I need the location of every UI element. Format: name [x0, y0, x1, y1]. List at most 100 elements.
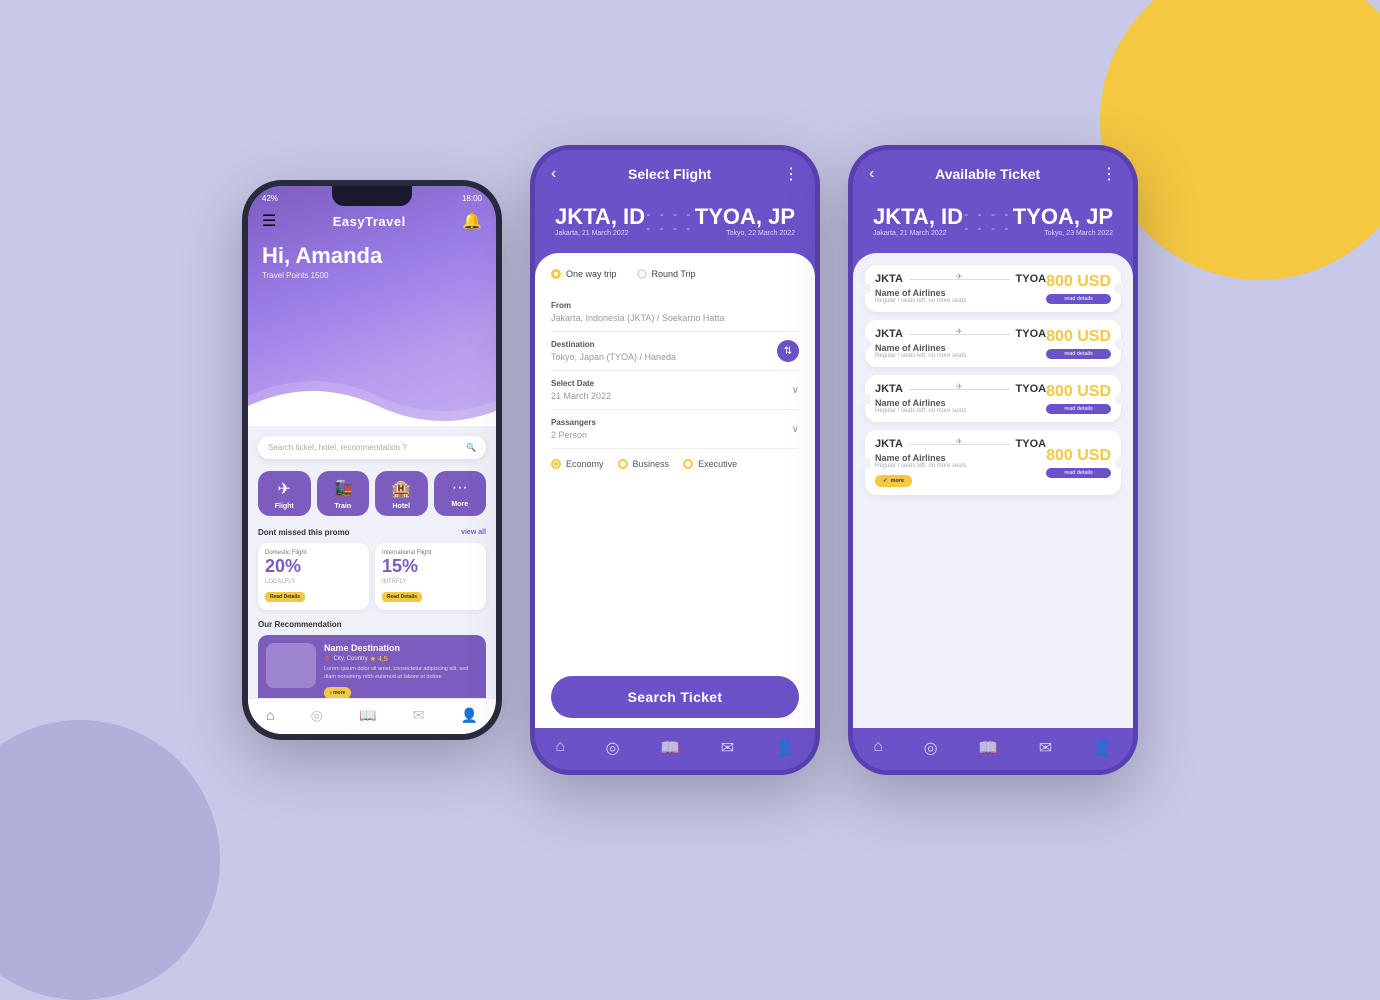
- p1-cat-more[interactable]: ··· More: [434, 471, 487, 516]
- p3-nav-location[interactable]: ◎: [924, 738, 938, 758]
- ticket-from-1: JKTA: [875, 273, 903, 285]
- ticket-notch-left-3: [859, 393, 871, 405]
- p2-business-option[interactable]: Business: [618, 459, 670, 469]
- p2-one-way-label: One way trip: [566, 269, 617, 279]
- p2-date-chevron[interactable]: ∨: [792, 385, 799, 396]
- p2-date-field[interactable]: Select Date 21 March 2022 ∨: [551, 371, 799, 410]
- p2-more-button[interactable]: ⋮: [783, 164, 799, 184]
- flight-icon: ✈: [278, 479, 291, 499]
- p1-nav-home[interactable]: ⌂: [266, 707, 274, 724]
- p2-one-way-option[interactable]: One way trip: [551, 269, 617, 279]
- p2-destination-field[interactable]: Destination Tokyo, Japan (TYOA) / Haneda…: [551, 332, 799, 371]
- p1-promo-domestic-btn[interactable]: Read Details: [265, 592, 305, 602]
- ticket-card-3[interactable]: JKTA TYOA Name of Airlines Regular / sea…: [865, 375, 1121, 422]
- p2-round-trip-radio[interactable]: [637, 269, 647, 279]
- p3-from-code: JKTA, ID: [873, 204, 963, 230]
- ticket-more-btn-4[interactable]: ✓ more: [875, 475, 912, 487]
- p2-nav-book[interactable]: 📖: [660, 738, 680, 758]
- p3-nav-book[interactable]: 📖: [978, 738, 998, 758]
- p2-economy-option[interactable]: Economy: [551, 459, 604, 469]
- p3-from-city: Jakarta, 21 March 2022: [873, 230, 963, 237]
- p2-nav-home[interactable]: ⌂: [555, 738, 565, 758]
- p3-route-dashes: - - - - - - - -: [963, 207, 1013, 235]
- p2-dest-label: Destination: [551, 340, 799, 349]
- ticket-card-2[interactable]: JKTA TYOA Name of Airlines Regular / sea…: [865, 320, 1121, 367]
- p1-promo-intl-btn[interactable]: Read Details: [382, 592, 422, 602]
- p3-nav-mail[interactable]: ✉: [1039, 738, 1052, 758]
- p1-promo-intl[interactable]: International Flight 15% INTRFLY Read De…: [375, 543, 486, 610]
- p1-rec-name: Name Destination: [324, 643, 478, 653]
- p2-nav-profile[interactable]: 👤: [775, 738, 795, 758]
- p1-nav-location[interactable]: ◎: [311, 707, 323, 724]
- ticket-from-3: JKTA: [875, 383, 903, 395]
- p1-bell-icon[interactable]: 🔔: [462, 211, 482, 231]
- p1-nav-book[interactable]: 📖: [359, 707, 376, 724]
- ticket-line-2: [909, 334, 1010, 335]
- p1-rec-image: [266, 643, 316, 688]
- ticket-detail-btn-3[interactable]: read details: [1046, 404, 1111, 414]
- p1-rec-location-text: City, Country: [333, 656, 367, 662]
- p1-app-title: EasyTravel: [333, 214, 406, 229]
- p2-passengers-label: Passangers: [551, 418, 596, 427]
- ticket-sub-3: Regular / seats left: no more seats: [875, 408, 1046, 414]
- p1-view-all-btn[interactable]: view all: [461, 529, 486, 536]
- p2-economy-radio[interactable]: [551, 459, 561, 469]
- p2-passengers-field[interactable]: Passangers 2 Person ∨: [551, 410, 799, 449]
- p3-nav-home[interactable]: ⌂: [873, 738, 883, 758]
- p3-route: JKTA, ID Jakarta, 21 March 2022 - - - - …: [853, 194, 1133, 243]
- p1-cat-train-label: Train: [334, 503, 351, 510]
- p1-rec-more-btn[interactable]: › more: [324, 687, 351, 698]
- p2-from-label: From: [551, 301, 799, 310]
- bg-circle-yellow: [1100, 0, 1380, 280]
- p1-cat-flight[interactable]: ✈ Flight: [258, 471, 311, 516]
- p2-one-way-radio[interactable]: [551, 269, 561, 279]
- search-icon[interactable]: 🔍: [466, 443, 476, 452]
- phones-container: 42% 18:00 ☰ EasyTravel 🔔 Hi, Amanda Trav…: [242, 145, 1138, 775]
- p1-promo-domestic-code: LOCALFLY: [265, 579, 362, 585]
- p1-rec-title: Our Recommendation: [258, 620, 486, 629]
- ticket-from-2: JKTA: [875, 328, 903, 340]
- p1-rec-card[interactable]: Name Destination 📍 City, Country ★ 4,5 L…: [258, 635, 486, 698]
- p2-round-trip-option[interactable]: Round Trip: [637, 269, 696, 279]
- p2-nav-location[interactable]: ◎: [606, 738, 620, 758]
- p1-cat-train[interactable]: 🚂 Train: [317, 471, 370, 516]
- p2-passengers-chevron[interactable]: ∨: [792, 424, 799, 435]
- p2-executive-option[interactable]: Executive: [683, 459, 737, 469]
- p3-more-button[interactable]: ⋮: [1101, 164, 1117, 184]
- p1-greeting-name: Hi, Amanda: [262, 243, 482, 269]
- p2-search-ticket-button[interactable]: Search Ticket: [551, 676, 799, 718]
- p2-from-field[interactable]: From Jakarta, Indonesia (JKTA) / Soekarn…: [551, 293, 799, 332]
- ticket-to-2: TYOA: [1016, 328, 1047, 340]
- ticket-route-3: JKTA TYOA Name of Airlines Regular / sea…: [875, 383, 1046, 414]
- ticket-detail-btn-4[interactable]: read details: [1046, 468, 1111, 478]
- p1-promo-domestic[interactable]: Domestic Flight 20% LOCALFLY Read Detail…: [258, 543, 369, 610]
- p1-search-bar[interactable]: Search ticket, hotel, recommendation ? 🔍: [258, 436, 486, 459]
- p2-executive-radio[interactable]: [683, 459, 693, 469]
- p2-swap-button[interactable]: ⇅: [777, 340, 799, 362]
- ticket-to-4: TYOA: [1016, 438, 1047, 450]
- p3-title: Available Ticket: [935, 166, 1040, 182]
- chevron-right-icon: ›: [330, 690, 332, 696]
- p2-title: Select Flight: [628, 166, 711, 182]
- ticket-price-3: 800 USD: [1046, 383, 1111, 401]
- p3-back-button[interactable]: ‹: [869, 165, 874, 183]
- ticket-codes-4: JKTA TYOA: [875, 438, 1046, 450]
- ticket-notch-right-2: [1115, 338, 1127, 350]
- p2-bottom-nav: ⌂ ◎ 📖 ✉ 👤: [535, 728, 815, 770]
- ticket-card-1[interactable]: JKTA TYOA Name of Airlines Regular / sea…: [865, 265, 1121, 312]
- p1-menu-icon[interactable]: ☰: [262, 211, 276, 231]
- p1-nav-profile[interactable]: 👤: [460, 707, 477, 724]
- p3-nav-profile[interactable]: 👤: [1093, 738, 1113, 758]
- p2-business-radio[interactable]: [618, 459, 628, 469]
- p2-back-button[interactable]: ‹: [551, 165, 556, 183]
- p1-promos: Domestic Flight 20% LOCALFLY Read Detail…: [258, 543, 486, 610]
- p2-nav-mail[interactable]: ✉: [721, 738, 734, 758]
- p1-travel-points: Travel Points 1500: [262, 271, 482, 280]
- p1-nav-mail[interactable]: ✉: [413, 707, 425, 724]
- ticket-to-3: TYOA: [1016, 383, 1047, 395]
- ticket-card-4[interactable]: JKTA TYOA Name of Airlines Regular / sea…: [865, 430, 1121, 495]
- p3-to-city: Tokyo, 23 March 2022: [1013, 230, 1113, 237]
- p1-cat-hotel[interactable]: 🏨 Hotel: [375, 471, 428, 516]
- ticket-detail-btn-2[interactable]: read details: [1046, 349, 1111, 359]
- ticket-detail-btn-1[interactable]: read details: [1046, 294, 1111, 304]
